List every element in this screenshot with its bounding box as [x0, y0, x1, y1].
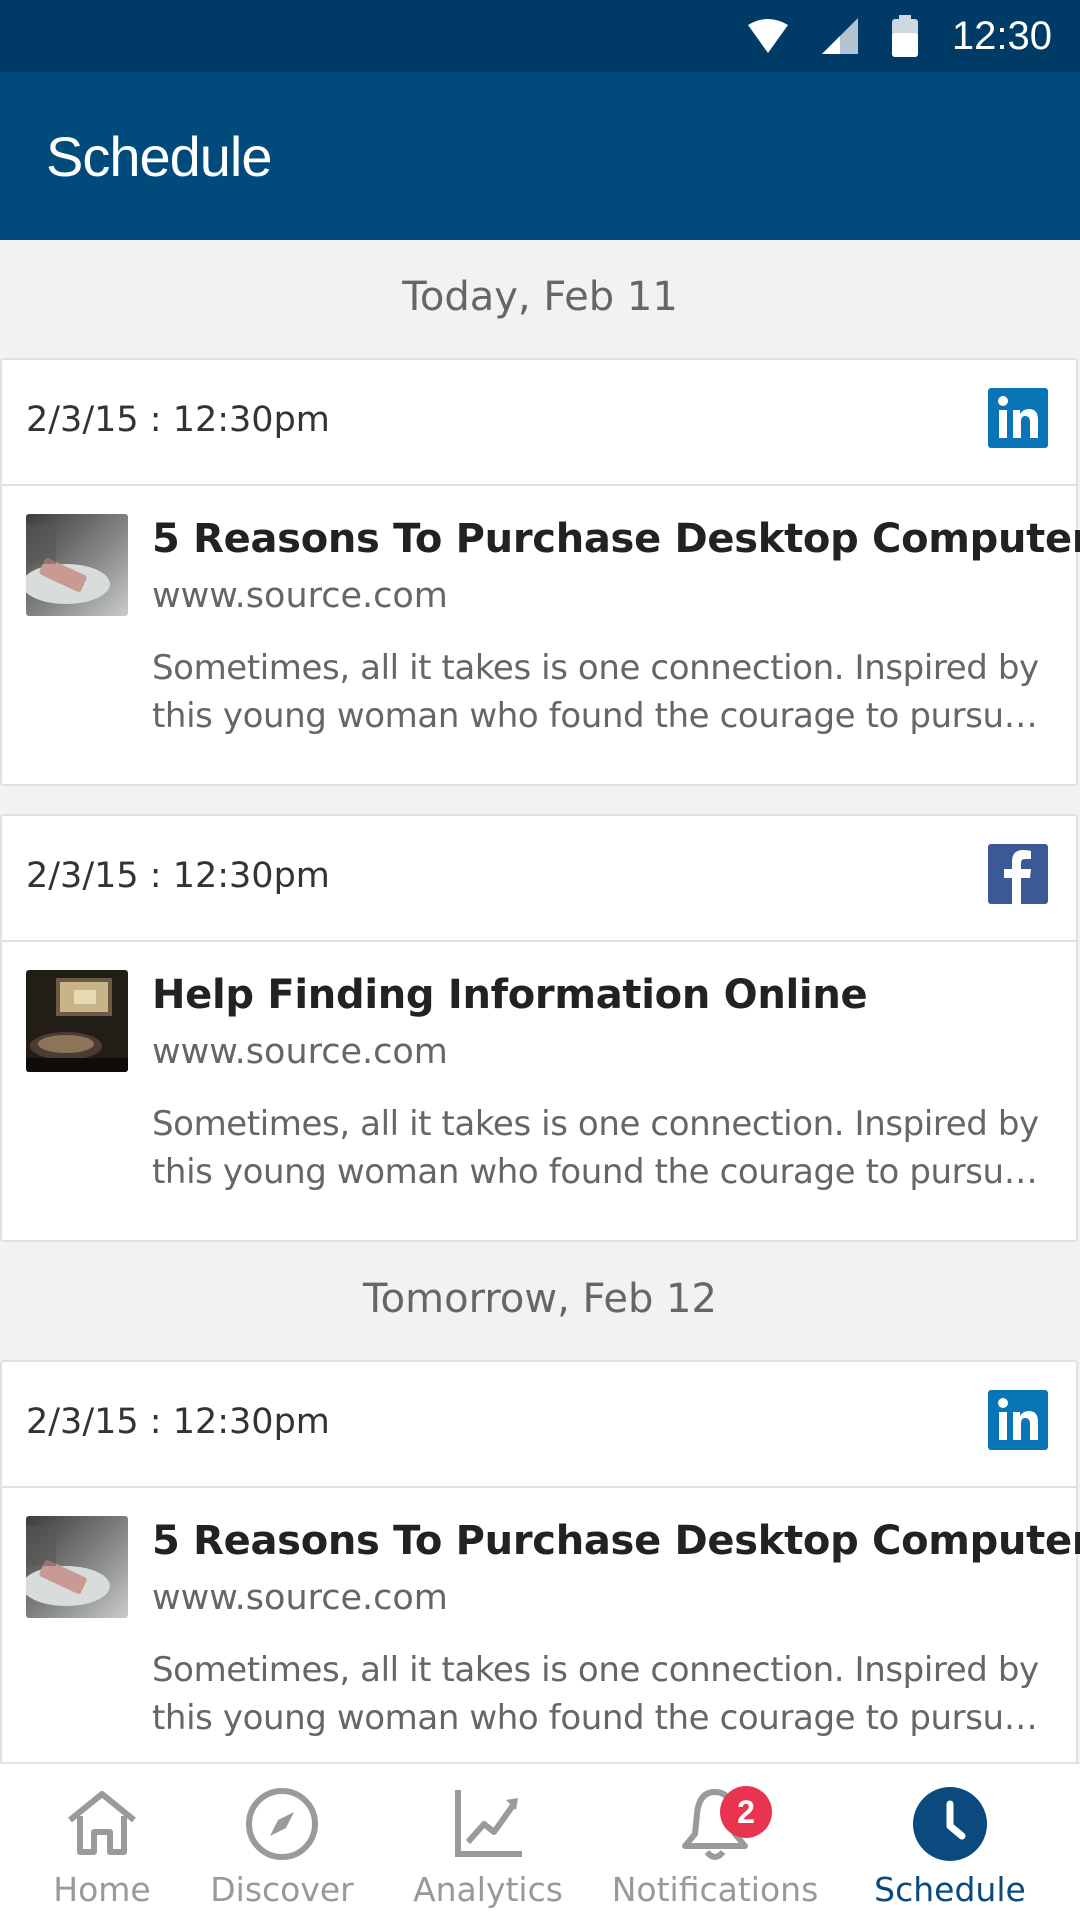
card-body: 5 Reasons To Purchase Desktop Computers …	[2, 486, 1080, 782]
post-snippet: Sometimes, all it takes is one connectio…	[152, 1646, 1052, 1742]
scheduled-post-card[interactable]: 2/3/15 : 12:30pm 5 Reasons To Purchase D…	[0, 1360, 1080, 1788]
app-bar: Schedule	[0, 72, 1080, 240]
chart-icon	[455, 1790, 522, 1857]
card-header: 2/3/15 : 12:30pm	[2, 816, 1076, 942]
status-time: 12:30	[951, 13, 1052, 58]
post-title[interactable]: 5 Reasons To Purchase Desktop Computers	[152, 1518, 1080, 1564]
scheduled-time: 2/3/15 : 12:30pm	[26, 400, 330, 440]
post-thumbnail	[26, 970, 128, 1072]
post-snippet-line: Sometimes, all it takes is one connectio…	[152, 648, 1039, 688]
nav-label: Analytics	[413, 1870, 563, 1909]
nav-label: Schedule	[874, 1870, 1026, 1909]
scheduled-time: 2/3/15 : 12:30pm	[26, 856, 330, 896]
card-header: 2/3/15 : 12:30pm	[2, 360, 1076, 486]
card-body: Help Finding Information Online www.sour…	[2, 942, 1076, 1238]
page-title: Schedule	[46, 125, 273, 188]
nav-schedule[interactable]: Schedule	[862, 1764, 1038, 1920]
status-bar: 12:30	[0, 0, 1080, 72]
post-snippet-line: this young woman who found the courage t…	[152, 1152, 1052, 1192]
post-thumbnail	[26, 1516, 128, 1618]
post-snippet: Sometimes, all it takes is one connectio…	[152, 1100, 1052, 1196]
post-source: www.source.com	[152, 1578, 448, 1618]
post-snippet-line: Sometimes, all it takes is one connectio…	[152, 1104, 1039, 1144]
clock-icon	[913, 1787, 987, 1861]
post-snippet-line: this young woman who found the courage t…	[152, 1698, 1052, 1738]
date-header-today: Today, Feb 11	[402, 274, 678, 320]
scheduled-post-card[interactable]: 2/3/15 : 12:30pm 5 Reasons To Purchase D…	[0, 358, 1080, 786]
post-title[interactable]: 5 Reasons To Purchase Desktop Computers	[152, 516, 1080, 562]
nav-analytics[interactable]: Analytics	[398, 1764, 578, 1920]
nav-label: Home	[53, 1870, 151, 1909]
post-snippet: Sometimes, all it takes is one connectio…	[152, 644, 1052, 740]
home-icon	[68, 1791, 136, 1855]
post-snippet-line: this young woman who found the courage t…	[152, 696, 1052, 736]
card-header: 2/3/15 : 12:30pm	[2, 1362, 1076, 1488]
post-thumbnail	[26, 514, 128, 616]
post-title[interactable]: Help Finding Information Online	[152, 972, 868, 1018]
scheduled-time: 2/3/15 : 12:30pm	[26, 1402, 330, 1442]
scheduled-post-card[interactable]: 2/3/15 : 12:30pm Help Finding Informatio…	[0, 814, 1078, 1242]
date-header-tomorrow: Tomorrow, Feb 12	[363, 1276, 717, 1322]
compass-icon	[246, 1788, 318, 1860]
linkedin-icon	[988, 388, 1048, 448]
facebook-icon	[988, 844, 1048, 904]
post-source: www.source.com	[152, 576, 448, 616]
wifi-icon	[747, 19, 788, 53]
nav-label: Notifications	[611, 1870, 819, 1909]
nav-notifications[interactable]: 2 Notifications	[600, 1764, 830, 1920]
battery-icon	[891, 15, 918, 57]
linkedin-icon	[988, 1390, 1048, 1450]
nav-home[interactable]: Home	[20, 1764, 184, 1920]
notification-badge: 2	[720, 1786, 772, 1838]
card-body: 5 Reasons To Purchase Desktop Computers …	[2, 1488, 1080, 1784]
post-source: www.source.com	[152, 1032, 448, 1072]
nav-discover[interactable]: Discover	[200, 1764, 364, 1920]
cell-signal-icon	[821, 18, 858, 54]
nav-label: Discover	[210, 1870, 354, 1909]
post-snippet-line: Sometimes, all it takes is one connectio…	[152, 1650, 1039, 1690]
bottom-nav: Home Discover Analytics 2 Notifications …	[0, 1762, 1080, 1920]
